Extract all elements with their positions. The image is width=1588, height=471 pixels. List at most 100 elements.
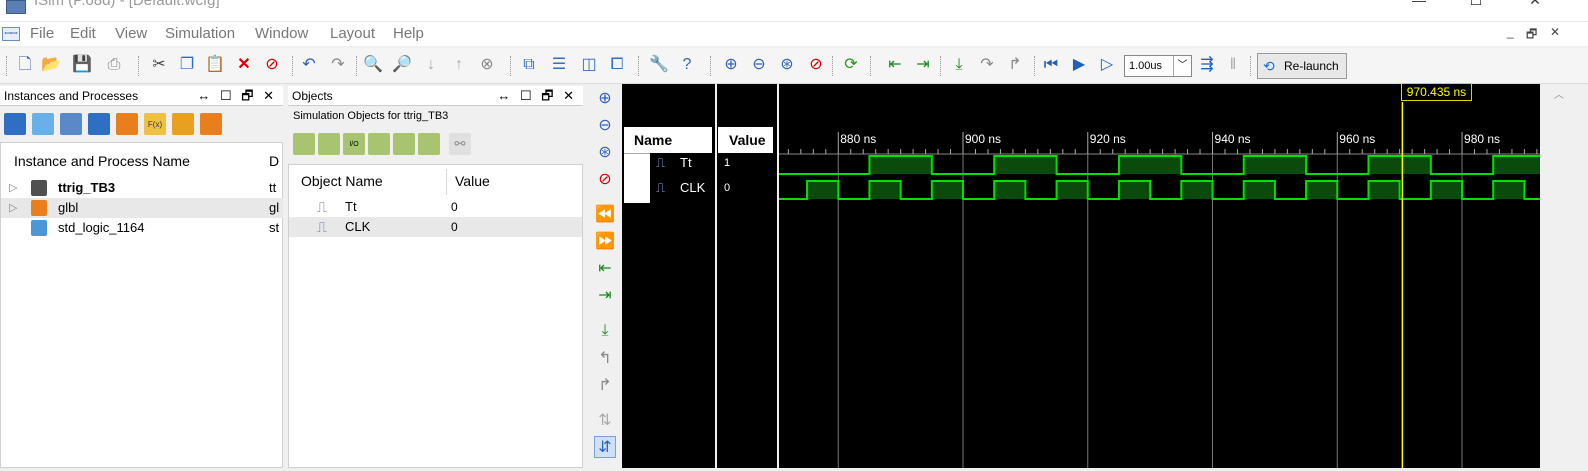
object-row-Tt[interactable]: ⎍ Tt 0	[289, 197, 582, 217]
menu-file[interactable]: File	[30, 25, 54, 42]
clear-icon[interactable]: ⊗	[476, 54, 498, 76]
vertical-scrollbar[interactable]: ︿	[1540, 84, 1588, 468]
help-pointer-icon[interactable]: ?	[676, 54, 698, 76]
waveform-pane[interactable]: 880 ns 900 ns 920 ns 940 ns 960 ns 980 ns	[779, 84, 1540, 468]
constant-icon[interactable]	[393, 133, 415, 155]
cursor-time-label[interactable]: 970.435 ns	[1401, 83, 1472, 101]
next-marker-icon[interactable]: ↱	[594, 374, 616, 396]
restore-layout-icon[interactable]: ⧠	[606, 54, 628, 76]
menu-simulation[interactable]: Simulation	[165, 25, 235, 42]
panel-controls[interactable]: ↔ ☐ 🗗 ✕	[197, 87, 277, 109]
waveform-icon[interactable]: ꟷꟷ	[2, 27, 20, 41]
menu-layout[interactable]: Layout	[330, 25, 375, 42]
refresh-icon[interactable]: ⟳	[840, 54, 862, 76]
tree-row-std_logic_1164[interactable]: std_logic_1164 st	[1, 218, 283, 238]
go-to-next-transition-icon[interactable]: ⇥	[912, 54, 934, 76]
go-to-previous-transition-icon[interactable]: ⇤	[884, 54, 906, 76]
tile-horizontal-icon[interactable]: ☰	[548, 54, 570, 76]
new-file-icon[interactable]: 🗋	[14, 54, 36, 76]
step-over-icon[interactable]: ↷	[976, 54, 998, 76]
delete-icon[interactable]: ✕	[233, 54, 255, 76]
object-value-column-header[interactable]: Value	[455, 173, 490, 189]
undo-icon[interactable]: ↶	[298, 54, 320, 76]
tree-row-glbl[interactable]: ▷ glbl gl	[1, 198, 283, 218]
process-icon[interactable]	[172, 113, 194, 135]
expand-all-icon[interactable]	[4, 113, 26, 135]
output-port-icon[interactable]	[318, 133, 340, 155]
go-to-time-zero-icon[interactable]: ⏪	[594, 203, 616, 225]
panel-controls[interactable]: ↔ ☐ 🗗 ✕	[497, 87, 577, 109]
zoom-to-cursor-icon[interactable]: ⊘	[594, 168, 616, 190]
previous-marker-icon[interactable]: ↰	[594, 347, 616, 369]
arrow-up-icon[interactable]: ↑	[448, 54, 470, 76]
scroll-up-icon[interactable]: ︿	[1554, 86, 1564, 101]
run-time-select[interactable]: 1.00us ﹀	[1124, 55, 1192, 77]
instance-name-column-header[interactable]: Instance and Process Name	[14, 153, 190, 169]
step-out-icon[interactable]: ↱	[1004, 54, 1026, 76]
print-icon[interactable]: ⎙	[103, 54, 125, 76]
menu-edit[interactable]: Edit	[70, 25, 96, 42]
open-folder-icon[interactable]: 📂	[40, 54, 62, 76]
cut-icon[interactable]: ✂	[148, 54, 170, 76]
mdi-minimize-button[interactable]: _	[1507, 25, 1514, 39]
settings-wrench-icon[interactable]: 🔧	[648, 54, 670, 76]
zoom-cursor-icon[interactable]: ⊘	[805, 54, 827, 76]
snap-to-transition-icon[interactable]: ⇵	[594, 436, 616, 458]
document-icon[interactable]	[60, 113, 82, 135]
inout-port-icon[interactable]: I/O	[343, 133, 365, 155]
pause-icon[interactable]: ‖	[1222, 54, 1244, 76]
zoom-in-icon[interactable]: ⊕	[594, 87, 616, 109]
run-all-icon[interactable]: ▶	[1068, 54, 1090, 76]
wave-signal-name[interactable]: Tt	[680, 155, 692, 175]
tree-row-ttrig_TB3[interactable]: ▷ ttrig_TB3 tt	[1, 178, 283, 198]
paste-icon[interactable]: 📋	[204, 54, 226, 76]
mdi-restore-button[interactable]: 🗗	[1526, 25, 1537, 46]
swap-cursors-icon[interactable]: ⇅	[594, 409, 616, 431]
zoom-full-icon[interactable]: ⊛	[594, 141, 616, 163]
waveform-chart[interactable]: 880 ns 900 ns 920 ns 940 ns 960 ns 980 ns	[779, 84, 1540, 468]
minimize-button[interactable]: —	[1404, 0, 1434, 8]
previous-transition-icon[interactable]: ⇤	[594, 257, 616, 279]
relaunch-button[interactable]: ⟲ Re-launch	[1257, 53, 1347, 79]
step-icon[interactable]: ⇶	[1196, 54, 1218, 76]
module-icon[interactable]	[88, 113, 110, 135]
arrow-down-icon[interactable]: ↓	[420, 54, 442, 76]
copy-icon[interactable]: ❐	[176, 54, 198, 76]
run-for-time-icon[interactable]: ▷	[1096, 54, 1118, 76]
link-icon[interactable]: ⚯	[449, 133, 471, 155]
step-into-icon[interactable]: ⤓	[948, 54, 970, 76]
close-button[interactable]: ✕	[1520, 0, 1550, 9]
cube-icon[interactable]	[32, 113, 54, 135]
redo-icon[interactable]: ↷	[327, 54, 349, 76]
save-icon[interactable]: 💾	[71, 54, 93, 76]
stop-icon[interactable]: ⊘	[261, 54, 283, 76]
zoom-out-icon[interactable]: ⊖	[748, 54, 770, 76]
restart-icon[interactable]: ⏮	[1040, 54, 1062, 76]
menu-view[interactable]: View	[115, 25, 147, 42]
cascade-windows-icon[interactable]: ⧉	[518, 54, 540, 76]
expand-arrow-icon[interactable]: ▷	[9, 181, 17, 194]
next-transition-icon[interactable]: ⇥	[594, 284, 616, 306]
design-unit-column-header[interactable]: D	[269, 153, 279, 169]
find-in-files-icon[interactable]: 🔎	[391, 54, 413, 76]
expand-arrow-icon[interactable]: ▷	[9, 201, 17, 214]
zoom-fit-icon[interactable]: ⊛	[776, 54, 798, 76]
go-to-latest-time-icon[interactable]: ⏩	[594, 230, 616, 252]
internal-signal-icon[interactable]	[368, 133, 390, 155]
input-port-icon[interactable]	[293, 133, 315, 155]
zoom-in-icon[interactable]: ⊕	[720, 54, 742, 76]
chip-icon[interactable]	[116, 113, 138, 135]
menu-window[interactable]: Window	[255, 25, 308, 42]
mdi-close-button[interactable]: ✕	[1550, 25, 1560, 39]
zoom-out-icon[interactable]: ⊖	[594, 114, 616, 136]
find-icon[interactable]: 🔍	[362, 54, 384, 76]
refresh-hierarchy-icon[interactable]	[200, 113, 222, 135]
object-row-CLK[interactable]: ⎍ CLK 0	[289, 217, 582, 237]
maximize-button[interactable]: ☐	[1461, 0, 1491, 9]
variable-icon[interactable]	[418, 133, 440, 155]
chevron-down-icon[interactable]: ﹀	[1173, 56, 1191, 76]
function-icon[interactable]: F(x)	[144, 113, 166, 135]
object-name-column-header[interactable]: Object Name	[301, 173, 383, 189]
add-marker-icon[interactable]: ⤓	[594, 320, 616, 342]
tile-vertical-icon[interactable]: ◫	[578, 54, 600, 76]
